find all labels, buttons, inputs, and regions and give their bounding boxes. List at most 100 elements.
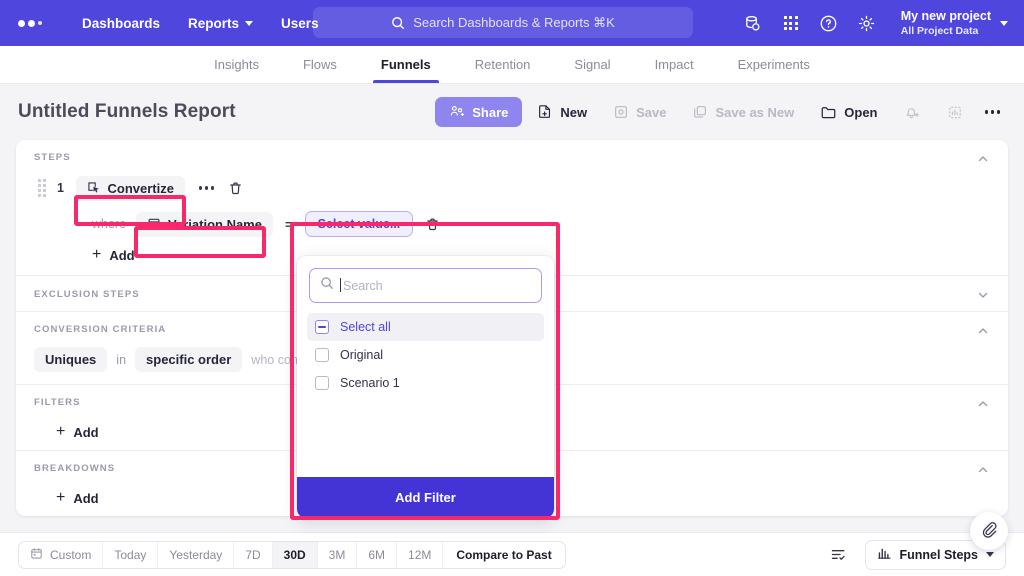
checkbox-icon[interactable] [315, 348, 329, 362]
add-breakdown-label: Add [73, 490, 99, 506]
compare-to-past-button[interactable]: Compare to Past [443, 542, 564, 568]
collapse-steps-chevron-up-icon[interactable] [976, 152, 990, 166]
collapse-filters-chevron-up-icon[interactable] [976, 397, 990, 411]
page-title[interactable]: Untitled Funnels Report [18, 101, 236, 123]
nav-label: Reports [188, 15, 240, 31]
option-select-all[interactable]: Select all [307, 313, 544, 341]
step-event-chip[interactable]: Convertize [75, 175, 185, 201]
report-type-tabs: Insights Flows Funnels Retention Signal … [0, 46, 1024, 84]
operator-label[interactable]: = [283, 217, 295, 232]
add-step-button[interactable]: + Add [34, 247, 135, 263]
checkbox-icon[interactable] [315, 376, 329, 390]
global-search-input[interactable]: Search Dashboards & Reports ⌘K [313, 7, 693, 38]
date-range-label: 3M [328, 547, 346, 562]
project-switcher[interactable]: My new project All Project Data [901, 9, 1008, 38]
option-scenario-1[interactable]: Scenario 1 [307, 369, 544, 397]
tab-retention[interactable]: Retention [453, 46, 553, 83]
database-icon[interactable] [743, 13, 763, 33]
add-filter-row-button[interactable]: + Add [34, 424, 99, 440]
new-file-icon [539, 105, 551, 118]
share-label: Share [472, 104, 509, 120]
date-range-3m[interactable]: 3M [318, 541, 358, 568]
save-button[interactable]: Save [602, 97, 677, 127]
drag-handle-icon[interactable] [38, 179, 46, 197]
gear-icon[interactable] [857, 13, 877, 33]
add-filter-row-label: Add [73, 424, 99, 440]
section-exclusion-label: EXCLUSION STEPS [34, 289, 140, 300]
date-range-12m[interactable]: 12M [397, 541, 444, 568]
section-steps-header: STEPS [16, 140, 1008, 167]
tab-experiments[interactable]: Experiments [716, 46, 832, 83]
date-range-label: 30D [283, 547, 306, 562]
header-actions: My new project All Project Data [743, 9, 1010, 38]
property-chip[interactable]: Variation Name [136, 211, 273, 237]
apps-grid-icon[interactable] [781, 13, 801, 33]
help-circle-icon[interactable] [819, 13, 839, 33]
date-range-label: 6M [368, 547, 386, 562]
date-range-label: 7D [245, 547, 261, 562]
new-label: New [560, 104, 588, 120]
date-range-selector: Custom Today Yesterday 7D 30D 3M 6M 12M … [18, 540, 566, 569]
tab-signal[interactable]: Signal [552, 46, 632, 83]
option-original[interactable]: Original [307, 341, 544, 369]
copy-icon [694, 106, 707, 118]
nav-item-dashboards[interactable]: Dashboards [68, 10, 174, 37]
plus-icon: + [56, 489, 66, 506]
more-options-button[interactable] [979, 102, 1007, 122]
delete-filter-trash-icon[interactable] [425, 217, 440, 232]
order-chip[interactable]: specific order [135, 347, 243, 372]
select-all-checkbox-indeterminate-icon[interactable] [315, 320, 329, 334]
sort-settings-icon[interactable] [822, 541, 855, 568]
counting-method-chip[interactable]: Uniques [34, 347, 108, 372]
delete-step-trash-icon[interactable] [228, 181, 243, 196]
dropdown-search-input[interactable]: Search [309, 268, 542, 303]
add-breakdown-button[interactable]: + Add [34, 490, 99, 506]
attachment-fab-button[interactable] [970, 512, 1008, 550]
date-range-today[interactable]: Today [103, 541, 159, 568]
dropdown-option-list: Select all Original Scenario 1 [297, 311, 554, 477]
search-icon [391, 16, 405, 30]
chevron-down-icon [1000, 20, 1008, 26]
alert-bell-button[interactable] [893, 97, 932, 128]
step-options-button[interactable] [195, 182, 219, 194]
share-button[interactable]: Share [435, 97, 523, 127]
value-select-dropdown: Search Select all Original Scenario 1 Ad… [297, 256, 554, 518]
search-icon [320, 276, 334, 295]
save-as-new-label: Save as New [715, 104, 795, 120]
add-to-dashboard-button[interactable] [936, 97, 975, 128]
app-logo-icon[interactable] [18, 19, 42, 27]
in-word-label: in [116, 352, 127, 367]
tab-label: Flows [302, 57, 337, 72]
chart-type-label: Funnel Steps [899, 547, 978, 562]
date-range-30d[interactable]: 30D [272, 541, 318, 568]
date-range-6m[interactable]: 6M [357, 541, 398, 568]
tab-impact[interactable]: Impact [633, 46, 716, 83]
open-button[interactable]: Open [809, 97, 888, 128]
chevron-down-icon [986, 552, 994, 557]
date-range-custom[interactable]: Custom [19, 541, 104, 568]
date-range-label: Today [114, 547, 147, 562]
save-as-new-button[interactable]: Save as New [681, 97, 805, 127]
collapse-breakdowns-chevron-up-icon[interactable] [976, 463, 990, 477]
collapse-conversion-chevron-up-icon[interactable] [976, 324, 990, 338]
select-value-button[interactable]: Select value... [304, 211, 414, 237]
report-title-bar: Untitled Funnels Report Share New Save S… [0, 84, 1024, 140]
date-range-7d[interactable]: 7D [234, 541, 273, 568]
bell-add-icon [906, 107, 919, 118]
tab-funnels[interactable]: Funnels [359, 46, 453, 83]
nav-item-reports[interactable]: Reports [174, 10, 267, 37]
tab-label: Insights [214, 57, 259, 72]
tab-flows[interactable]: Flows [281, 46, 359, 83]
add-filter-button[interactable]: Add Filter [297, 477, 554, 518]
app-root: Dashboards Reports Users Search Dashboar… [0, 0, 1024, 576]
dropdown-search-area: Search [297, 256, 554, 311]
click-event-icon [87, 182, 99, 193]
new-button[interactable]: New [526, 97, 598, 127]
chart-add-icon [948, 106, 961, 118]
date-range-yesterday[interactable]: Yesterday [158, 541, 235, 568]
save-icon [615, 106, 628, 118]
tab-insights[interactable]: Insights [192, 46, 281, 83]
section-steps-label: STEPS [34, 152, 71, 163]
tab-label: Experiments [737, 57, 810, 72]
expand-exclusion-chevron-down-icon[interactable] [976, 288, 990, 302]
